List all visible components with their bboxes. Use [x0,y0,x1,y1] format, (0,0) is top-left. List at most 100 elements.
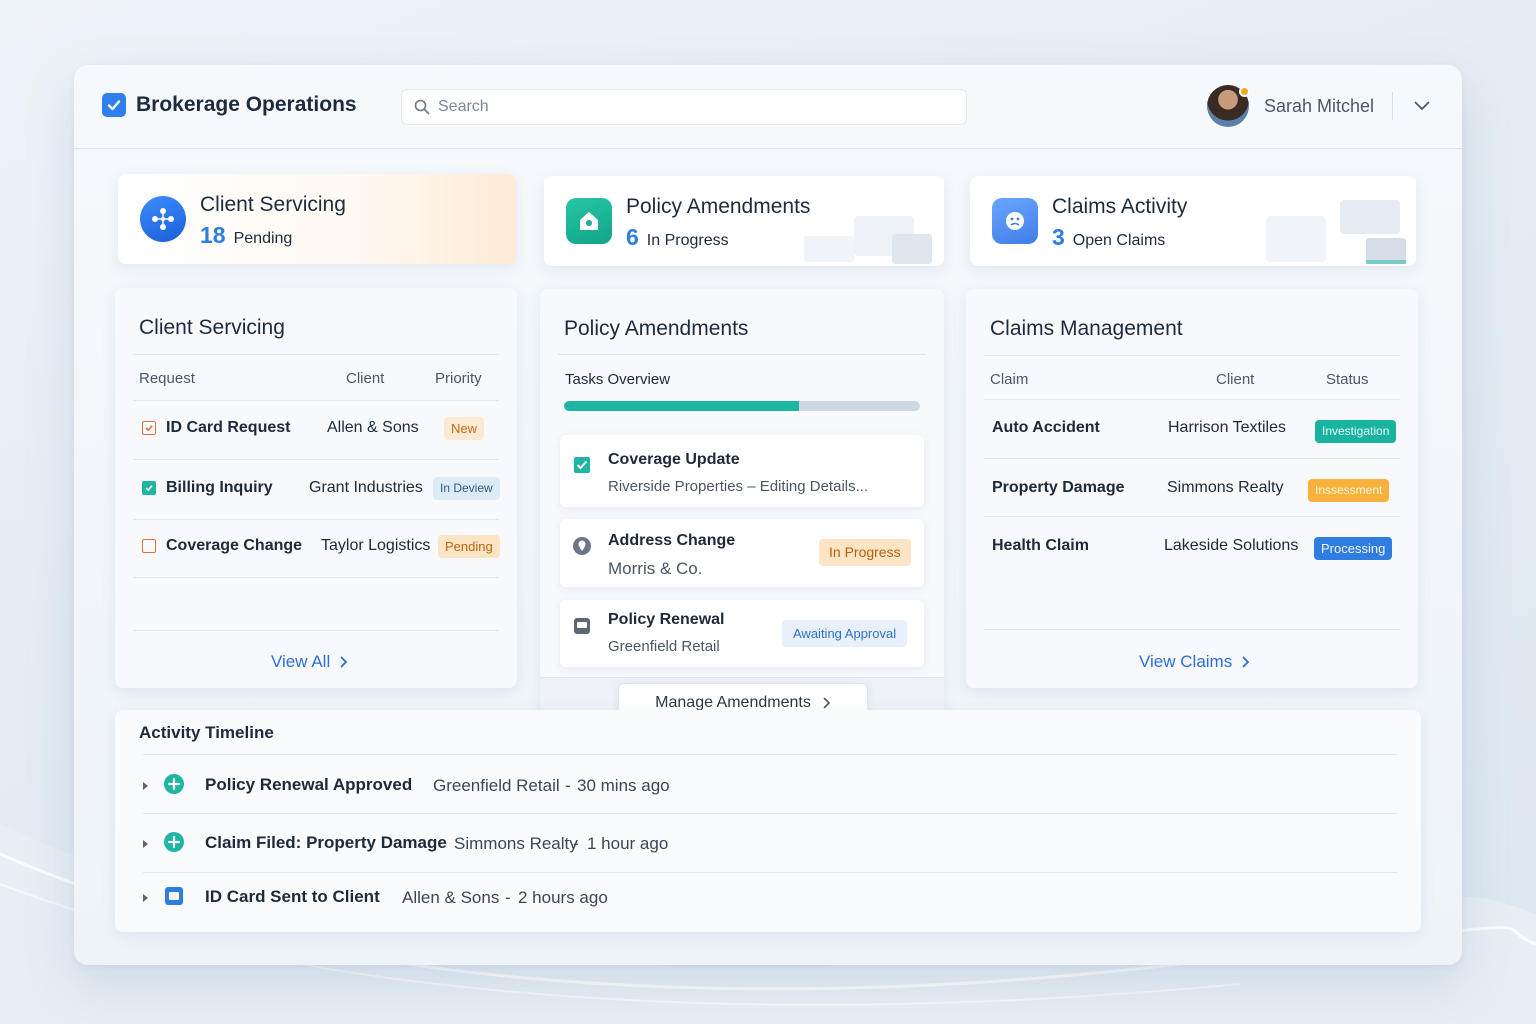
column-header: Status [1326,371,1369,388]
task-subtitle: Riverside Properties – Editing Details..… [608,478,869,495]
panel-title: Client Servicing [139,316,285,339]
panel-title: Policy Amendments [564,317,749,340]
column-header: Client [346,370,385,387]
plus-circle-icon [163,773,185,795]
request-name: Coverage Change [166,537,303,554]
client-servicing-panel: Client Servicing Request Client Priority… [115,288,517,688]
timeline-item[interactable]: Policy Renewal Approved Greenfield Retai… [143,758,1397,814]
document-icon [572,616,592,636]
divider [1392,92,1394,120]
task-subtitle: Morris & Co. [608,559,703,578]
timeline-time: 2 hours ago [518,888,608,907]
kpi-policy-amendments[interactable]: Policy Amendments 6 In Progress [544,176,944,266]
caret-right-icon[interactable] [143,894,148,902]
timeline-event: Claim Filed: Property Damage [205,833,447,852]
plus-circle-icon [163,831,185,853]
house-icon [566,198,612,244]
column-header: Priority [435,370,482,387]
client-name: Harrison Textiles [1168,419,1286,436]
user-menu[interactable]: Sarah Mitchel [1207,85,1433,127]
decorative-shapes [1266,200,1406,264]
check-square-icon [572,455,592,475]
link-label: View Claims [1139,652,1233,671]
timeline-client: Allen & Sons [402,888,500,907]
network-icon [140,196,186,242]
timeline-client: Greenfield Retail [433,776,560,795]
status-badge: Processing [1314,537,1393,560]
caret-right-icon[interactable] [143,782,148,790]
location-pin-icon [572,536,592,556]
kpi-label: Open Claims [1072,232,1166,249]
check-square-icon [102,93,126,117]
kpi-title: Claims Activity [1052,195,1188,218]
client-name: Lakeside Solutions [1164,537,1299,554]
status-badge: Investigation [1315,420,1397,443]
column-header: Client [1216,371,1255,388]
timeline-event: Policy Renewal Approved [205,775,413,794]
kpi-label: In Progress [646,232,729,249]
chevron-right-icon [1242,656,1250,668]
column-header: Request [139,370,195,387]
timeline-event: ID Card Sent to Client [205,887,380,906]
checkbox[interactable] [142,539,156,553]
chevron-right-icon [823,697,830,709]
status-badge: Awaiting Approval [782,620,908,647]
task-card[interactable]: Policy Renewal Greenfield Retail Awaitin… [560,600,924,667]
column-header: Claim [990,371,1029,388]
search-icon [414,99,430,115]
kpi-count: 3 [1052,224,1065,250]
timeline-title: Activity Timeline [139,723,274,742]
brand: Brokerage Operations [102,93,357,117]
timeline-time: 30 mins ago [577,776,670,795]
task-title: Coverage Update [608,451,740,468]
policy-amendments-panel: Policy Amendments Tasks Overview Coverag… [540,289,944,733]
kpi-title: Client Servicing [200,193,346,216]
kpi-title: Policy Amendments [626,195,811,218]
timeline-item[interactable]: Claim Filed: Property Damage Simmons Rea… [143,816,1397,872]
caret-right-icon[interactable] [143,840,148,848]
claim-name: Auto Accident [992,419,1100,436]
client-name: Simmons Realty [1167,479,1284,496]
task-card[interactable]: Address Change Morris & Co. In Progress [560,519,924,587]
task-title: Policy Renewal [608,611,725,628]
view-all-link[interactable]: View All [271,652,348,672]
tasks-overview-label: Tasks Overview [565,371,671,388]
id-card-icon [163,885,185,907]
kpi-claims-activity[interactable]: Claims Activity 3 Open Claims [970,176,1416,266]
status-dot [1239,86,1250,97]
user-dropdown-button[interactable] [1411,95,1433,117]
progress-fill [564,401,799,411]
kpi-label: Pending [233,230,293,247]
separator: - [573,834,579,853]
claims-management-panel: Claims Management Claim Client Status Au… [966,289,1418,688]
app-title: Brokerage Operations [136,93,357,116]
decorative-shapes [804,216,932,264]
claim-name: Health Claim [992,537,1089,554]
activity-timeline: Activity Timeline Policy Renewal Approve… [115,710,1421,932]
task-subtitle: Greenfield Retail [608,638,720,655]
chevron-down-icon [1414,101,1430,110]
face-icon [992,198,1038,244]
client-name: Allen & Sons [327,419,419,436]
view-claims-link[interactable]: View Claims [1139,652,1250,672]
status-badge: In Progress [819,539,911,566]
timeline-client: Simmons Realty [454,834,578,853]
task-card[interactable]: Coverage Update Riverside Properties – E… [560,435,924,507]
task-title: Address Change [608,532,736,549]
top-header: Brokerage Operations Sarah Mitchel [74,65,1462,149]
checkbox[interactable] [142,421,156,435]
priority-badge: New [444,417,485,440]
search-input[interactable] [438,98,938,116]
status-badge: Inssessment [1308,479,1390,502]
avatar[interactable] [1207,85,1250,127]
user-name[interactable]: Sarah Mitchel [1264,96,1374,117]
search-box[interactable] [401,89,967,125]
main-window: Brokerage Operations Sarah Mitchel Clien… [74,65,1462,965]
kpi-count: 18 [200,222,226,248]
kpi-count: 6 [626,224,639,250]
checkbox[interactable] [142,481,156,495]
timeline-item[interactable]: ID Card Sent to Client Allen & Sons - 2 … [143,870,1397,926]
panel-title: Claims Management [990,317,1183,340]
priority-badge: Pending [438,535,500,558]
kpi-client-servicing[interactable]: Client Servicing 18 Pending [118,174,516,264]
